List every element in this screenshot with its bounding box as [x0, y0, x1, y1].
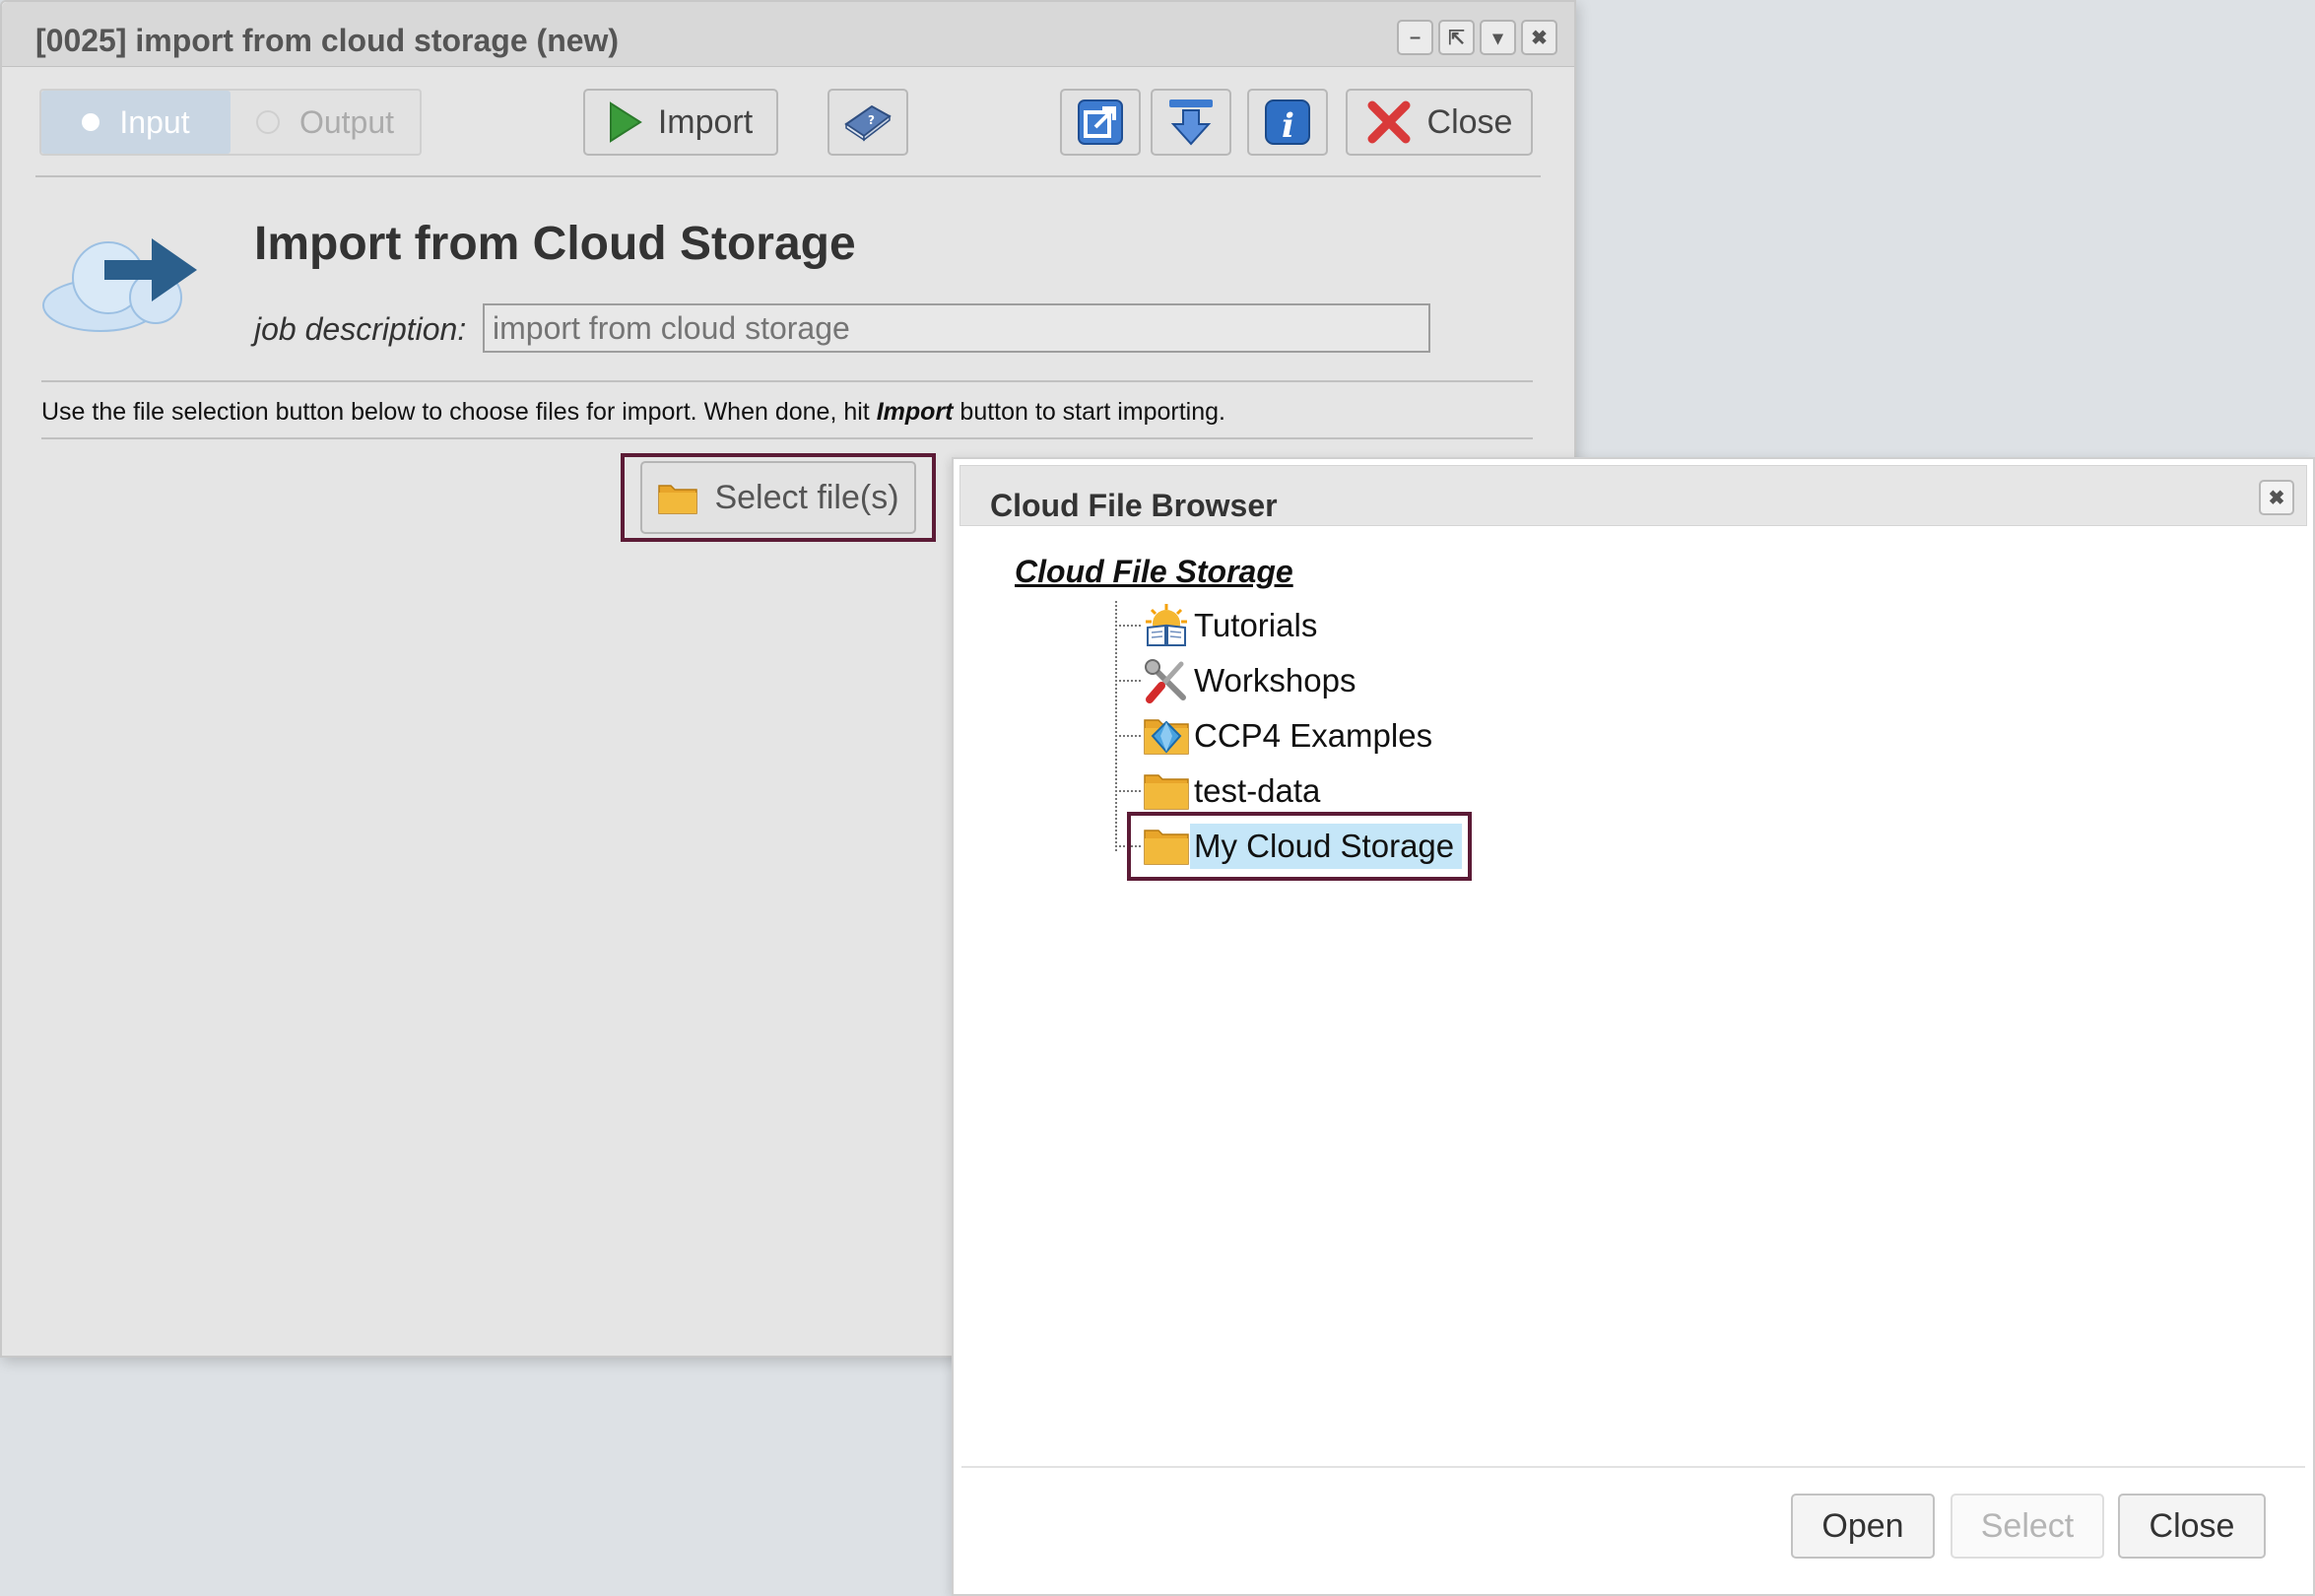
input-output-tabs: Input Output — [39, 89, 422, 156]
info-icon: i — [1265, 100, 1310, 146]
dialog-title: Cloud File Browser — [990, 488, 1278, 523]
close-x-icon — [1367, 100, 1411, 144]
dialog-close-button[interactable]: ✖ — [2259, 480, 2294, 515]
book-sun-icon — [1143, 603, 1190, 648]
tree-branch — [1115, 625, 1141, 627]
close-button-label: Close — [2149, 1506, 2235, 1545]
tab-input-label: Input — [119, 103, 190, 140]
dialog-close-footer-button[interactable]: Close — [2118, 1494, 2266, 1559]
select-button[interactable]: Select — [1951, 1494, 2104, 1559]
job-description-label: job description: — [254, 311, 467, 347]
close-icon: ✖ — [2268, 487, 2285, 509]
tree-item-label: test-data — [1194, 772, 1321, 809]
job-titlebar[interactable]: [0025] import from cloud storage (new) –… — [2, 2, 1574, 67]
instructions-divider — [41, 437, 1533, 439]
info-button[interactable]: i — [1247, 89, 1328, 156]
folder-icon — [658, 485, 698, 514]
tree-item-workshops[interactable]: Workshops — [1115, 656, 1363, 705]
page-title: Import from Cloud Storage — [254, 218, 856, 270]
tree-branch — [1115, 790, 1141, 792]
heading-divider — [41, 380, 1533, 382]
tree-root-cloud-file-storage[interactable]: Cloud File Storage — [1015, 554, 1293, 590]
open-button-label: Open — [1821, 1506, 1904, 1545]
tree-item-test-data[interactable]: test-data — [1115, 766, 1328, 816]
window-close-button[interactable]: ✖ — [1521, 20, 1557, 55]
instructions-text: Use the file selection button below to c… — [41, 398, 1225, 427]
window-controls: – ⇱ ▾ ✖ — [1397, 20, 1557, 55]
instructions-emphasis: Import — [876, 398, 954, 426]
tree-item-label: CCP4 Examples — [1194, 717, 1433, 754]
popout-button[interactable] — [1060, 89, 1141, 156]
radio-unselected-icon — [255, 110, 280, 134]
svg-text:i: i — [1282, 106, 1294, 146]
tab-output-label: Output — [298, 103, 395, 140]
help-button[interactable]: ? — [827, 89, 908, 156]
tree-item-label: Workshops — [1194, 662, 1356, 698]
close-job-button[interactable]: Close — [1346, 89, 1533, 156]
select-files-label: Select file(s) — [714, 478, 899, 516]
download-button[interactable] — [1151, 89, 1231, 156]
tree-item-ccp4-examples[interactable]: CCP4 Examples — [1115, 711, 1440, 761]
dialog-footer-divider — [961, 1466, 2305, 1468]
help-book-icon: ? — [844, 104, 892, 142]
cloud-import-icon — [42, 238, 197, 332]
cloud-file-browser-dialog: Cloud File Browser ✖ Cloud File Storage … — [952, 457, 2315, 1596]
toolbar-divider — [35, 175, 1541, 177]
minimize-button[interactable]: – — [1397, 20, 1433, 55]
popout-icon — [1078, 100, 1123, 145]
tab-input[interactable]: Input — [41, 91, 231, 154]
select-files-button[interactable]: Select file(s) — [640, 461, 916, 534]
tab-output[interactable]: Output — [231, 91, 420, 154]
import-button-label: Import — [657, 102, 754, 141]
tree-selection-highlight — [1127, 812, 1472, 881]
tree-branch — [1115, 735, 1141, 737]
tree-item-tutorials[interactable]: Tutorials — [1115, 601, 1325, 650]
close-icon: ✖ — [1531, 27, 1548, 49]
import-button[interactable]: Import — [583, 89, 778, 156]
svg-text:?: ? — [868, 113, 875, 127]
open-button[interactable]: Open — [1791, 1494, 1935, 1559]
window-menu-button[interactable]: ▾ — [1480, 20, 1516, 55]
dialog-titlebar[interactable]: Cloud File Browser ✖ — [959, 465, 2307, 526]
tree-item-label: Tutorials — [1194, 607, 1318, 643]
chevron-down-icon: ▾ — [1492, 27, 1503, 49]
instructions-after: button to start importing. — [953, 398, 1225, 426]
select-button-label: Select — [1980, 1506, 2075, 1545]
radio-selected-icon — [82, 113, 100, 131]
tree-branch — [1115, 680, 1141, 682]
instructions-before: Use the file selection button below to c… — [41, 398, 877, 426]
download-icon — [1169, 100, 1213, 146]
folder-gem-icon — [1143, 713, 1190, 759]
popout-window-button[interactable]: ⇱ — [1438, 20, 1475, 55]
play-icon — [609, 101, 642, 143]
folder-icon — [1143, 768, 1190, 814]
tools-icon — [1143, 658, 1190, 703]
close-job-label: Close — [1426, 102, 1513, 141]
job-window-title: [0025] import from cloud storage (new) — [35, 23, 620, 58]
job-description-input[interactable] — [483, 303, 1430, 353]
minimize-icon: – — [1409, 26, 1422, 48]
popout-icon: ⇱ — [1448, 27, 1465, 49]
